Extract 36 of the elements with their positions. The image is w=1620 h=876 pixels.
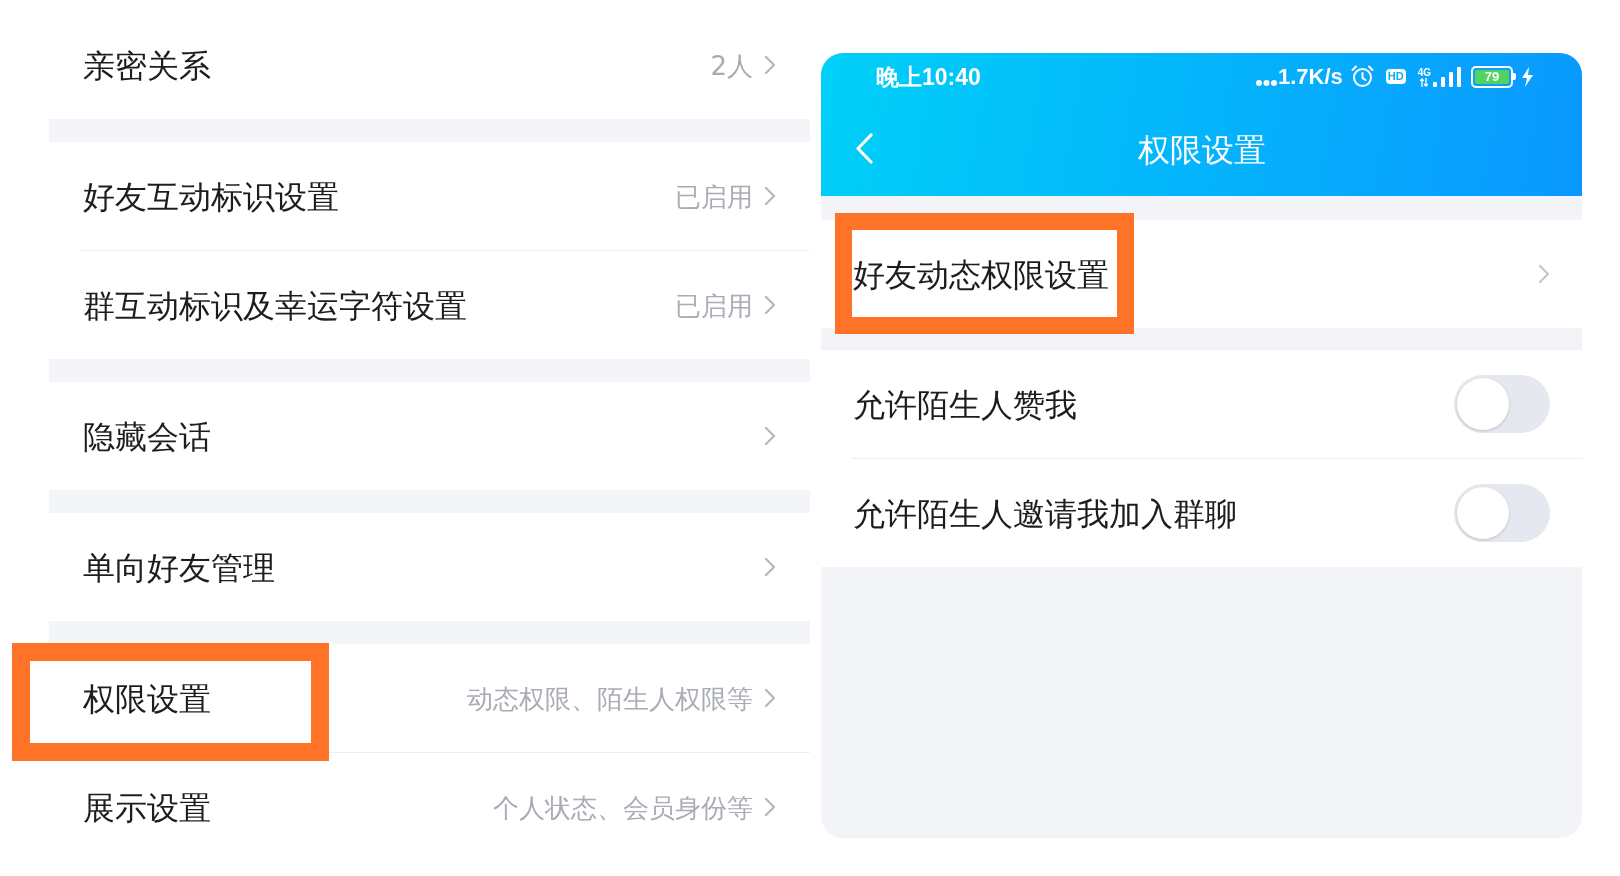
back-icon bbox=[855, 132, 873, 164]
settings-item-label: 群互动标识及幸运字符设置 bbox=[83, 286, 467, 326]
alarm-clock-icon bbox=[1350, 65, 1374, 88]
settings-item-label: 好友动态权限设置 bbox=[853, 255, 1109, 295]
settings-item-value: 动态权限、陌生人权限等 bbox=[467, 683, 753, 716]
settings-item-label: 隐藏会话 bbox=[83, 417, 211, 457]
network-speed: 1.7K/s bbox=[1277, 62, 1343, 91]
chevron-right-icon bbox=[764, 295, 776, 315]
chevron-right-icon bbox=[764, 426, 776, 446]
settings-item-value: 2人 bbox=[710, 50, 753, 83]
hd-indicator: HD bbox=[1385, 69, 1406, 84]
settings-item-label: 单向好友管理 bbox=[83, 548, 275, 588]
settings-item-value: 已启用 bbox=[675, 181, 753, 214]
settings-item-label: 好友互动标识设置 bbox=[83, 177, 339, 217]
chevron-right-icon bbox=[764, 55, 776, 75]
more-dots-icon bbox=[1255, 79, 1277, 86]
chevron-right-icon bbox=[764, 557, 776, 577]
chevron-right-icon bbox=[1538, 264, 1550, 284]
battery-indicator: 79 bbox=[1471, 65, 1516, 88]
lightning-bolt-icon bbox=[1522, 66, 1533, 87]
chevron-right-icon bbox=[764, 797, 776, 817]
settings-item-label: 权限设置 bbox=[83, 679, 211, 719]
settings-item-label: 允许陌生人赞我 bbox=[853, 385, 1077, 425]
settings-item-label: 展示设置 bbox=[83, 788, 211, 828]
settings-item-value: 个人状态、会员身份等 bbox=[493, 792, 753, 825]
settings-item-label: 允许陌生人邀请我加入群聊 bbox=[853, 494, 1237, 534]
data-arrows-icon bbox=[1420, 77, 1429, 87]
back-button[interactable] bbox=[855, 132, 873, 164]
chevron-right-icon bbox=[764, 186, 776, 206]
settings-item-value: 已启用 bbox=[675, 290, 753, 323]
settings-item-label: 亲密关系 bbox=[83, 46, 211, 86]
chevron-right-icon bbox=[764, 688, 776, 708]
page-title: 权限设置 bbox=[1137, 130, 1266, 170]
network-type: 4G bbox=[1417, 66, 1431, 78]
signal-bars-icon bbox=[1433, 66, 1461, 87]
status-time: 晚上10:40 bbox=[876, 62, 981, 91]
